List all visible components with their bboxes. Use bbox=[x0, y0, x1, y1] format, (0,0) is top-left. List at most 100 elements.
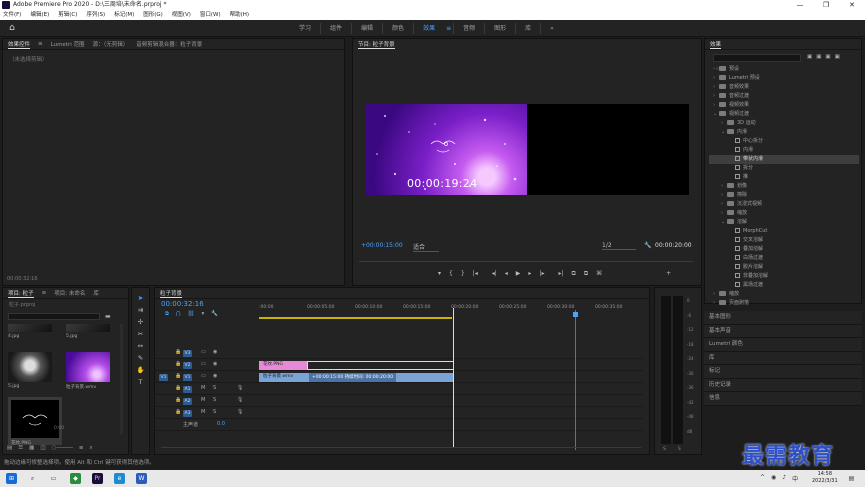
program-scrub-bar[interactable] bbox=[359, 261, 693, 265]
timeline-scrollbar[interactable] bbox=[161, 447, 641, 452]
home-icon[interactable]: ⌂ bbox=[6, 23, 18, 34]
project-tab[interactable]: 项目: 未命名 bbox=[54, 289, 85, 297]
timeline-timecode[interactable]: 00:00:32:16 bbox=[161, 300, 204, 308]
effects-tree-item[interactable]: 中心拆分 bbox=[709, 137, 859, 146]
effect-controls-tab[interactable]: 源：（无剪辑） bbox=[93, 40, 129, 48]
sync-lock-icon[interactable]: ▭ bbox=[201, 373, 206, 379]
yuv-effects-icon[interactable]: ▣ bbox=[825, 54, 830, 60]
premiere-taskbar-icon[interactable]: Pr bbox=[92, 473, 103, 484]
workspace-menu-icon[interactable]: ≡ bbox=[444, 20, 453, 37]
snap-icon[interactable]: ⋂ bbox=[176, 311, 181, 318]
project-scrollbar[interactable] bbox=[120, 324, 123, 434]
side-panel-item[interactable]: 库 bbox=[704, 352, 862, 365]
mute-icon[interactable]: M bbox=[201, 397, 205, 403]
effects-tree-item[interactable]: › 音频过渡 bbox=[709, 92, 859, 101]
work-area-bar[interactable] bbox=[259, 317, 452, 319]
windows-start-icon[interactable]: ⊞ bbox=[6, 473, 17, 484]
task-view-icon[interactable]: ▭ bbox=[48, 473, 59, 484]
menu-item[interactable]: 剪辑(C) bbox=[58, 10, 77, 20]
timeline-settings-icon[interactable]: 🔧 bbox=[211, 311, 218, 318]
mute-icon[interactable]: M bbox=[201, 409, 205, 415]
menu-item[interactable]: 视图(V) bbox=[172, 10, 191, 20]
audio-track-label[interactable]: A1 bbox=[183, 386, 192, 393]
solo-icon[interactable]: S bbox=[213, 397, 216, 403]
workspace-tab[interactable]: 库 bbox=[516, 20, 540, 37]
effects-tree-item[interactable]: 白场过渡 bbox=[709, 254, 859, 263]
video-track-label[interactable]: V1 bbox=[183, 374, 192, 381]
sync-lock-icon[interactable]: ▭ bbox=[201, 349, 206, 355]
search-icon[interactable]: ⌕ bbox=[27, 473, 38, 484]
transport-button[interactable]: ⌘ bbox=[596, 270, 602, 278]
effects-tree-item[interactable]: › 视频效果 bbox=[709, 101, 859, 110]
icon-view-icon[interactable]: ▦ bbox=[29, 445, 34, 452]
sync-lock-icon[interactable]: ▭ bbox=[201, 361, 206, 367]
menu-item[interactable]: 窗口(W) bbox=[200, 10, 221, 20]
transport-button[interactable]: ◂| bbox=[492, 270, 497, 278]
timeline-ruler[interactable]: :00:00 00:00:05:00 00:00:10:00 00:00:15:00 0… bbox=[259, 305, 644, 315]
project-search-input[interactable]: ⌕ bbox=[8, 313, 100, 331]
mic-icon[interactable]: 🎙 bbox=[237, 397, 243, 403]
menu-item[interactable]: 帮助(H) bbox=[230, 10, 249, 20]
transport-button[interactable]: ▾ bbox=[438, 270, 441, 278]
effects-tree-item[interactable]: 叠加溶解 bbox=[709, 245, 859, 254]
side-panel-item[interactable]: 标记 bbox=[704, 365, 862, 379]
effects-tree-item[interactable]: › 擦除 bbox=[709, 191, 859, 200]
solo-right[interactable]: S bbox=[678, 447, 681, 452]
new-bin-icon[interactable]: ▣ bbox=[835, 54, 840, 60]
close-button[interactable]: ✕ bbox=[839, 0, 865, 10]
transport-button[interactable]: { bbox=[449, 270, 453, 278]
lock-icon[interactable]: ▤ bbox=[7, 445, 12, 452]
project-item[interactable]: 花纹.PNG bbox=[8, 397, 62, 446]
new-bin-icon[interactable]: ▬ bbox=[105, 313, 111, 320]
effects-tree-item[interactable]: › 缩放 bbox=[709, 209, 859, 218]
track-lock-icon[interactable]: 🔒 bbox=[175, 349, 181, 355]
effects-tree-item[interactable]: 交叉溶解 bbox=[709, 236, 859, 245]
workspace-tab[interactable]: 效果 bbox=[414, 20, 444, 37]
effects-tree-item[interactable]: › 3D 运动 bbox=[709, 119, 859, 128]
side-panel-item[interactable]: Lumetri 颜色 bbox=[704, 338, 862, 352]
sort-icon[interactable]: ≡ bbox=[79, 445, 84, 452]
effects-tree-item[interactable]: 非叠加溶解 bbox=[709, 272, 859, 281]
program-current-timecode[interactable]: +00:00:15:00 bbox=[361, 242, 403, 249]
panel-menu-icon[interactable]: ≡ bbox=[42, 290, 47, 296]
transport-button[interactable]: ⧉ bbox=[572, 270, 576, 278]
track-lock-icon[interactable]: 🔒 bbox=[175, 409, 181, 415]
transport-button[interactable]: ⧉ bbox=[584, 270, 588, 278]
panel-menu-icon[interactable]: ≡ bbox=[38, 41, 43, 47]
effects-tree-item[interactable]: ⌄ 内滑 bbox=[709, 128, 859, 137]
selection-tool-icon[interactable]: ➤ bbox=[138, 294, 143, 302]
eye-icon[interactable]: ◉ bbox=[213, 349, 217, 355]
ripple-edit-tool-icon[interactable]: ✢ bbox=[138, 318, 143, 326]
effects-tree-item[interactable]: ⌄ 视频过渡 bbox=[709, 110, 859, 119]
transport-button[interactable]: } bbox=[461, 270, 465, 278]
video-track-label[interactable]: V3 bbox=[183, 350, 192, 357]
effects-tree-item[interactable]: 拆分 bbox=[709, 164, 859, 173]
type-tool-icon[interactable]: T bbox=[139, 378, 143, 386]
workspace-tab[interactable]: 组件 bbox=[321, 20, 351, 37]
effect-controls-tab[interactable]: 效果控件 bbox=[8, 40, 31, 49]
maximize-button[interactable]: ❐ bbox=[813, 0, 839, 10]
solo-left[interactable]: S bbox=[663, 447, 666, 452]
effects-tree-item[interactable]: 胶片溶解 bbox=[709, 263, 859, 272]
edge-icon[interactable]: e bbox=[114, 473, 125, 484]
workspace-tab[interactable]: 音频 bbox=[454, 20, 484, 37]
mic-icon[interactable]: 🎙 bbox=[237, 385, 243, 391]
slip-tool-icon[interactable]: ↔ bbox=[138, 342, 143, 350]
menu-item[interactable]: 序列(S) bbox=[86, 10, 105, 20]
effects-tree-item[interactable]: MorphCut bbox=[709, 227, 859, 236]
timeline-tab[interactable]: 粒子背景 bbox=[160, 289, 183, 298]
hand-tool-icon[interactable]: ✋ bbox=[136, 366, 144, 374]
solo-icon[interactable]: S bbox=[213, 409, 216, 415]
side-panel-item[interactable]: 信息 bbox=[704, 392, 862, 406]
effects-tree-item[interactable]: › 预设 bbox=[709, 65, 859, 74]
clip-v2-ornament[interactable]: 花纹.PNG bbox=[259, 361, 307, 370]
nest-icon[interactable]: ⧉ bbox=[165, 311, 169, 318]
effects-tree-item[interactable]: 推 bbox=[709, 173, 859, 182]
menu-item[interactable]: 标记(M) bbox=[114, 10, 134, 20]
workspace-tab[interactable]: 编辑 bbox=[352, 20, 382, 37]
word-icon[interactable]: W bbox=[136, 473, 147, 484]
notification-icon[interactable]: ▤ bbox=[846, 473, 857, 484]
project-item[interactable]: 粒子背景.wmv bbox=[66, 352, 110, 390]
eye-icon[interactable]: ◉ bbox=[213, 361, 217, 367]
effects-tree-item[interactable]: ⌄ 溶解 bbox=[709, 218, 859, 227]
